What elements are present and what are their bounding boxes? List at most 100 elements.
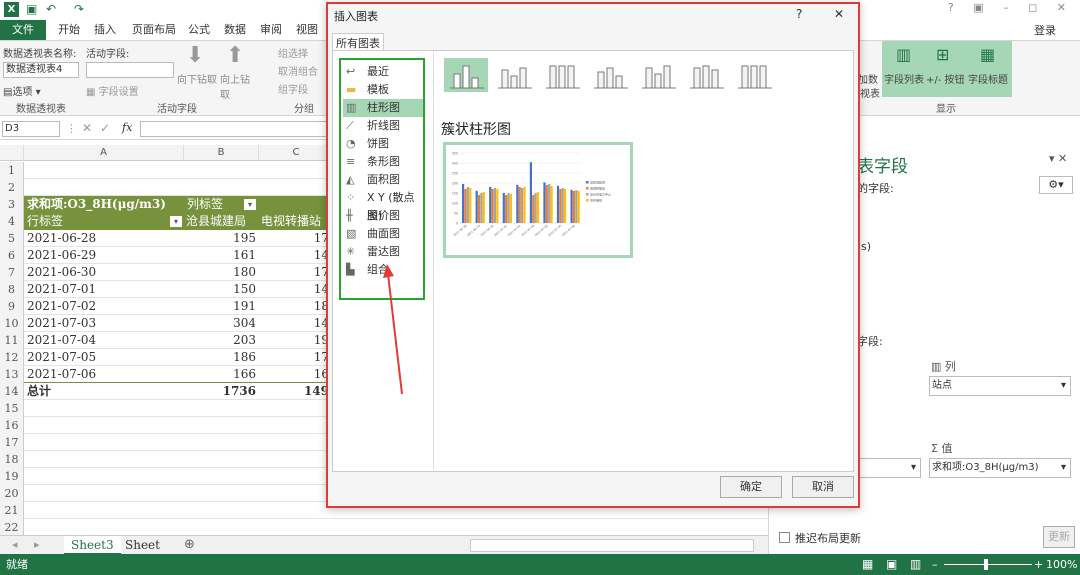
column-header-b[interactable]: B bbox=[184, 145, 259, 161]
row-number[interactable]: 17 bbox=[0, 434, 24, 451]
value-cell[interactable]: 14 bbox=[259, 247, 329, 264]
row-number[interactable]: 16 bbox=[0, 417, 24, 434]
zoom-in-icon[interactable]: + bbox=[1034, 554, 1043, 575]
undo-icon[interactable]: ↶ bbox=[46, 2, 56, 16]
rows-field-dropdown[interactable]: ▾ bbox=[857, 458, 921, 478]
column-header-c[interactable]: C bbox=[259, 145, 334, 161]
field-list-button[interactable]: 字段列表 bbox=[884, 71, 924, 86]
chart-type-item[interactable]: ⟋ 折线图 bbox=[343, 117, 423, 135]
normal-view-icon[interactable]: ▦ bbox=[862, 554, 873, 575]
window-controls[interactable]: ? ▣ – ◻ ✕ bbox=[948, 1, 1074, 14]
value-cell[interactable]: 191 bbox=[184, 298, 256, 315]
tab-file[interactable]: 文件 bbox=[0, 20, 46, 40]
date-cell[interactable]: 2021-07-01 bbox=[27, 281, 183, 298]
name-box[interactable]: D3 bbox=[2, 121, 60, 137]
fx-icon[interactable]: fx bbox=[122, 121, 132, 134]
row-number[interactable]: 20 bbox=[0, 485, 24, 502]
tab-data[interactable]: 数据 bbox=[218, 20, 252, 40]
row-number[interactable]: 13 bbox=[0, 366, 24, 383]
chart-preview[interactable]: 350 300 250 200 150 100 50 0 2021-06-28 2021-06-2… bbox=[443, 142, 633, 258]
page-break-view-icon[interactable]: ▥ bbox=[910, 554, 921, 575]
column-subtype-icon[interactable] bbox=[732, 58, 776, 92]
drill-up-button[interactable]: 向上钻取 bbox=[220, 71, 256, 101]
row-number[interactable]: 5 bbox=[0, 230, 24, 247]
ok-button[interactable]: 确定 bbox=[720, 476, 782, 498]
field-headers-button[interactable]: 字段标题 bbox=[968, 71, 1008, 86]
date-cell[interactable]: 2021-07-06 bbox=[27, 366, 183, 383]
update-button[interactable]: 更新 bbox=[1043, 526, 1075, 548]
row-number[interactable]: 7 bbox=[0, 264, 24, 281]
row-number[interactable]: 14 bbox=[0, 383, 24, 400]
pane-menu-icon[interactable]: ▾ ✕ bbox=[1049, 152, 1067, 165]
scroll-right-icon[interactable]: ▸ bbox=[34, 538, 40, 551]
filter-dropdown-icon[interactable]: ▾ bbox=[170, 216, 182, 227]
value-cell[interactable]: 14 bbox=[259, 281, 329, 298]
check-icon[interactable]: ✓ bbox=[100, 121, 110, 135]
tab-formulas[interactable]: 公式 bbox=[182, 20, 216, 40]
value-cell[interactable]: 14 bbox=[259, 315, 329, 332]
value-cell[interactable]: 161 bbox=[184, 247, 256, 264]
tab-insert[interactable]: 插入 bbox=[88, 20, 122, 40]
horizontal-scrollbar[interactable] bbox=[470, 539, 754, 552]
sheet-tab-sheet[interactable]: Sheet bbox=[118, 536, 167, 555]
active-field-input[interactable] bbox=[86, 62, 174, 78]
tab-home[interactable]: 开始 bbox=[52, 20, 86, 40]
tab-view[interactable]: 视图 bbox=[290, 20, 324, 40]
value-cell[interactable]: 17 bbox=[259, 349, 329, 366]
close-icon[interactable]: ✕ bbox=[834, 7, 844, 21]
chart-type-item[interactable]: ⁘ X Y (散点图) bbox=[343, 189, 423, 222]
group-field-button[interactable]: 组字段 bbox=[278, 81, 308, 96]
row-number[interactable]: 3 bbox=[0, 196, 24, 213]
ungroup-button[interactable]: 取消组合 bbox=[278, 63, 318, 78]
row-number[interactable]: 11 bbox=[0, 332, 24, 349]
page-layout-view-icon[interactable]: ▣ bbox=[886, 554, 897, 575]
value-cell[interactable]: 186 bbox=[184, 349, 256, 366]
value-cell[interactable]: 180 bbox=[184, 264, 256, 281]
row-number[interactable]: 21 bbox=[0, 502, 24, 519]
column-subtype-icon[interactable] bbox=[636, 58, 680, 92]
date-cell[interactable]: 2021-07-04 bbox=[27, 332, 183, 349]
value-cell[interactable]: 17 bbox=[259, 230, 329, 247]
value-cell[interactable]: 203 bbox=[184, 332, 256, 349]
row-number[interactable]: 8 bbox=[0, 281, 24, 298]
zoom-slider-thumb[interactable] bbox=[984, 559, 988, 570]
login-link[interactable]: 登录 bbox=[1034, 22, 1056, 38]
save-icon[interactable]: ▣ bbox=[26, 2, 37, 16]
row-number[interactable]: 12 bbox=[0, 349, 24, 366]
value-cell[interactable]: 19 bbox=[259, 332, 329, 349]
cancel-icon[interactable]: ✕ bbox=[82, 121, 92, 135]
chart-type-item[interactable]: ╫ 股价图 bbox=[343, 207, 423, 225]
date-cell[interactable]: 2021-06-29 bbox=[27, 247, 183, 264]
row-number[interactable]: 19 bbox=[0, 468, 24, 485]
chart-type-item[interactable]: ▥ 柱形图 bbox=[343, 99, 423, 117]
row-number[interactable]: 1 bbox=[0, 162, 24, 179]
add-sheet-icon[interactable]: ⊕ bbox=[184, 537, 195, 552]
chart-type-item[interactable]: ◔ 饼图 bbox=[343, 135, 423, 153]
chart-type-item[interactable]: ≡ 条形图 bbox=[343, 153, 423, 171]
redo-icon[interactable]: ↷ bbox=[74, 2, 84, 16]
select-all-corner[interactable] bbox=[0, 145, 24, 161]
values-field-o3[interactable]: 求和项:O3_8H(μg/m3) ▾ bbox=[929, 458, 1071, 478]
value-cell[interactable]: 166 bbox=[184, 366, 256, 383]
row-number[interactable]: 22 bbox=[0, 519, 24, 536]
arrow-up-icon[interactable]: ⬆ bbox=[226, 43, 244, 68]
zoom-slider[interactable] bbox=[944, 564, 1032, 565]
plus-minus-button[interactable]: +/- 按钮 bbox=[926, 71, 965, 86]
chart-type-item[interactable]: ↩ 最近 bbox=[343, 63, 423, 81]
column-subtype-icon[interactable] bbox=[540, 58, 584, 92]
row-number[interactable]: 4 bbox=[0, 213, 24, 230]
date-cell[interactable]: 2021-06-28 bbox=[27, 230, 183, 247]
drill-down-button[interactable]: 向下钻取 bbox=[177, 71, 217, 86]
row-number[interactable]: 2 bbox=[0, 179, 24, 196]
column-subtype-icon[interactable] bbox=[492, 58, 536, 92]
row-number[interactable]: 9 bbox=[0, 298, 24, 315]
value-cell[interactable]: 18 bbox=[259, 298, 329, 315]
options-button[interactable]: ▤选项 ▾ bbox=[3, 83, 41, 98]
chart-type-item[interactable]: ▧ 曲面图 bbox=[343, 225, 423, 243]
help-icon[interactable]: ? bbox=[796, 7, 802, 21]
chevron-down-icon[interactable]: ⋮ bbox=[66, 122, 77, 135]
row-labels-filter[interactable]: 行标签 bbox=[27, 213, 167, 230]
gear-icon[interactable]: ⚙▾ bbox=[1039, 176, 1073, 194]
arrow-down-icon[interactable]: ⬇ bbox=[186, 43, 204, 68]
zoom-level[interactable]: 100% bbox=[1046, 554, 1077, 575]
